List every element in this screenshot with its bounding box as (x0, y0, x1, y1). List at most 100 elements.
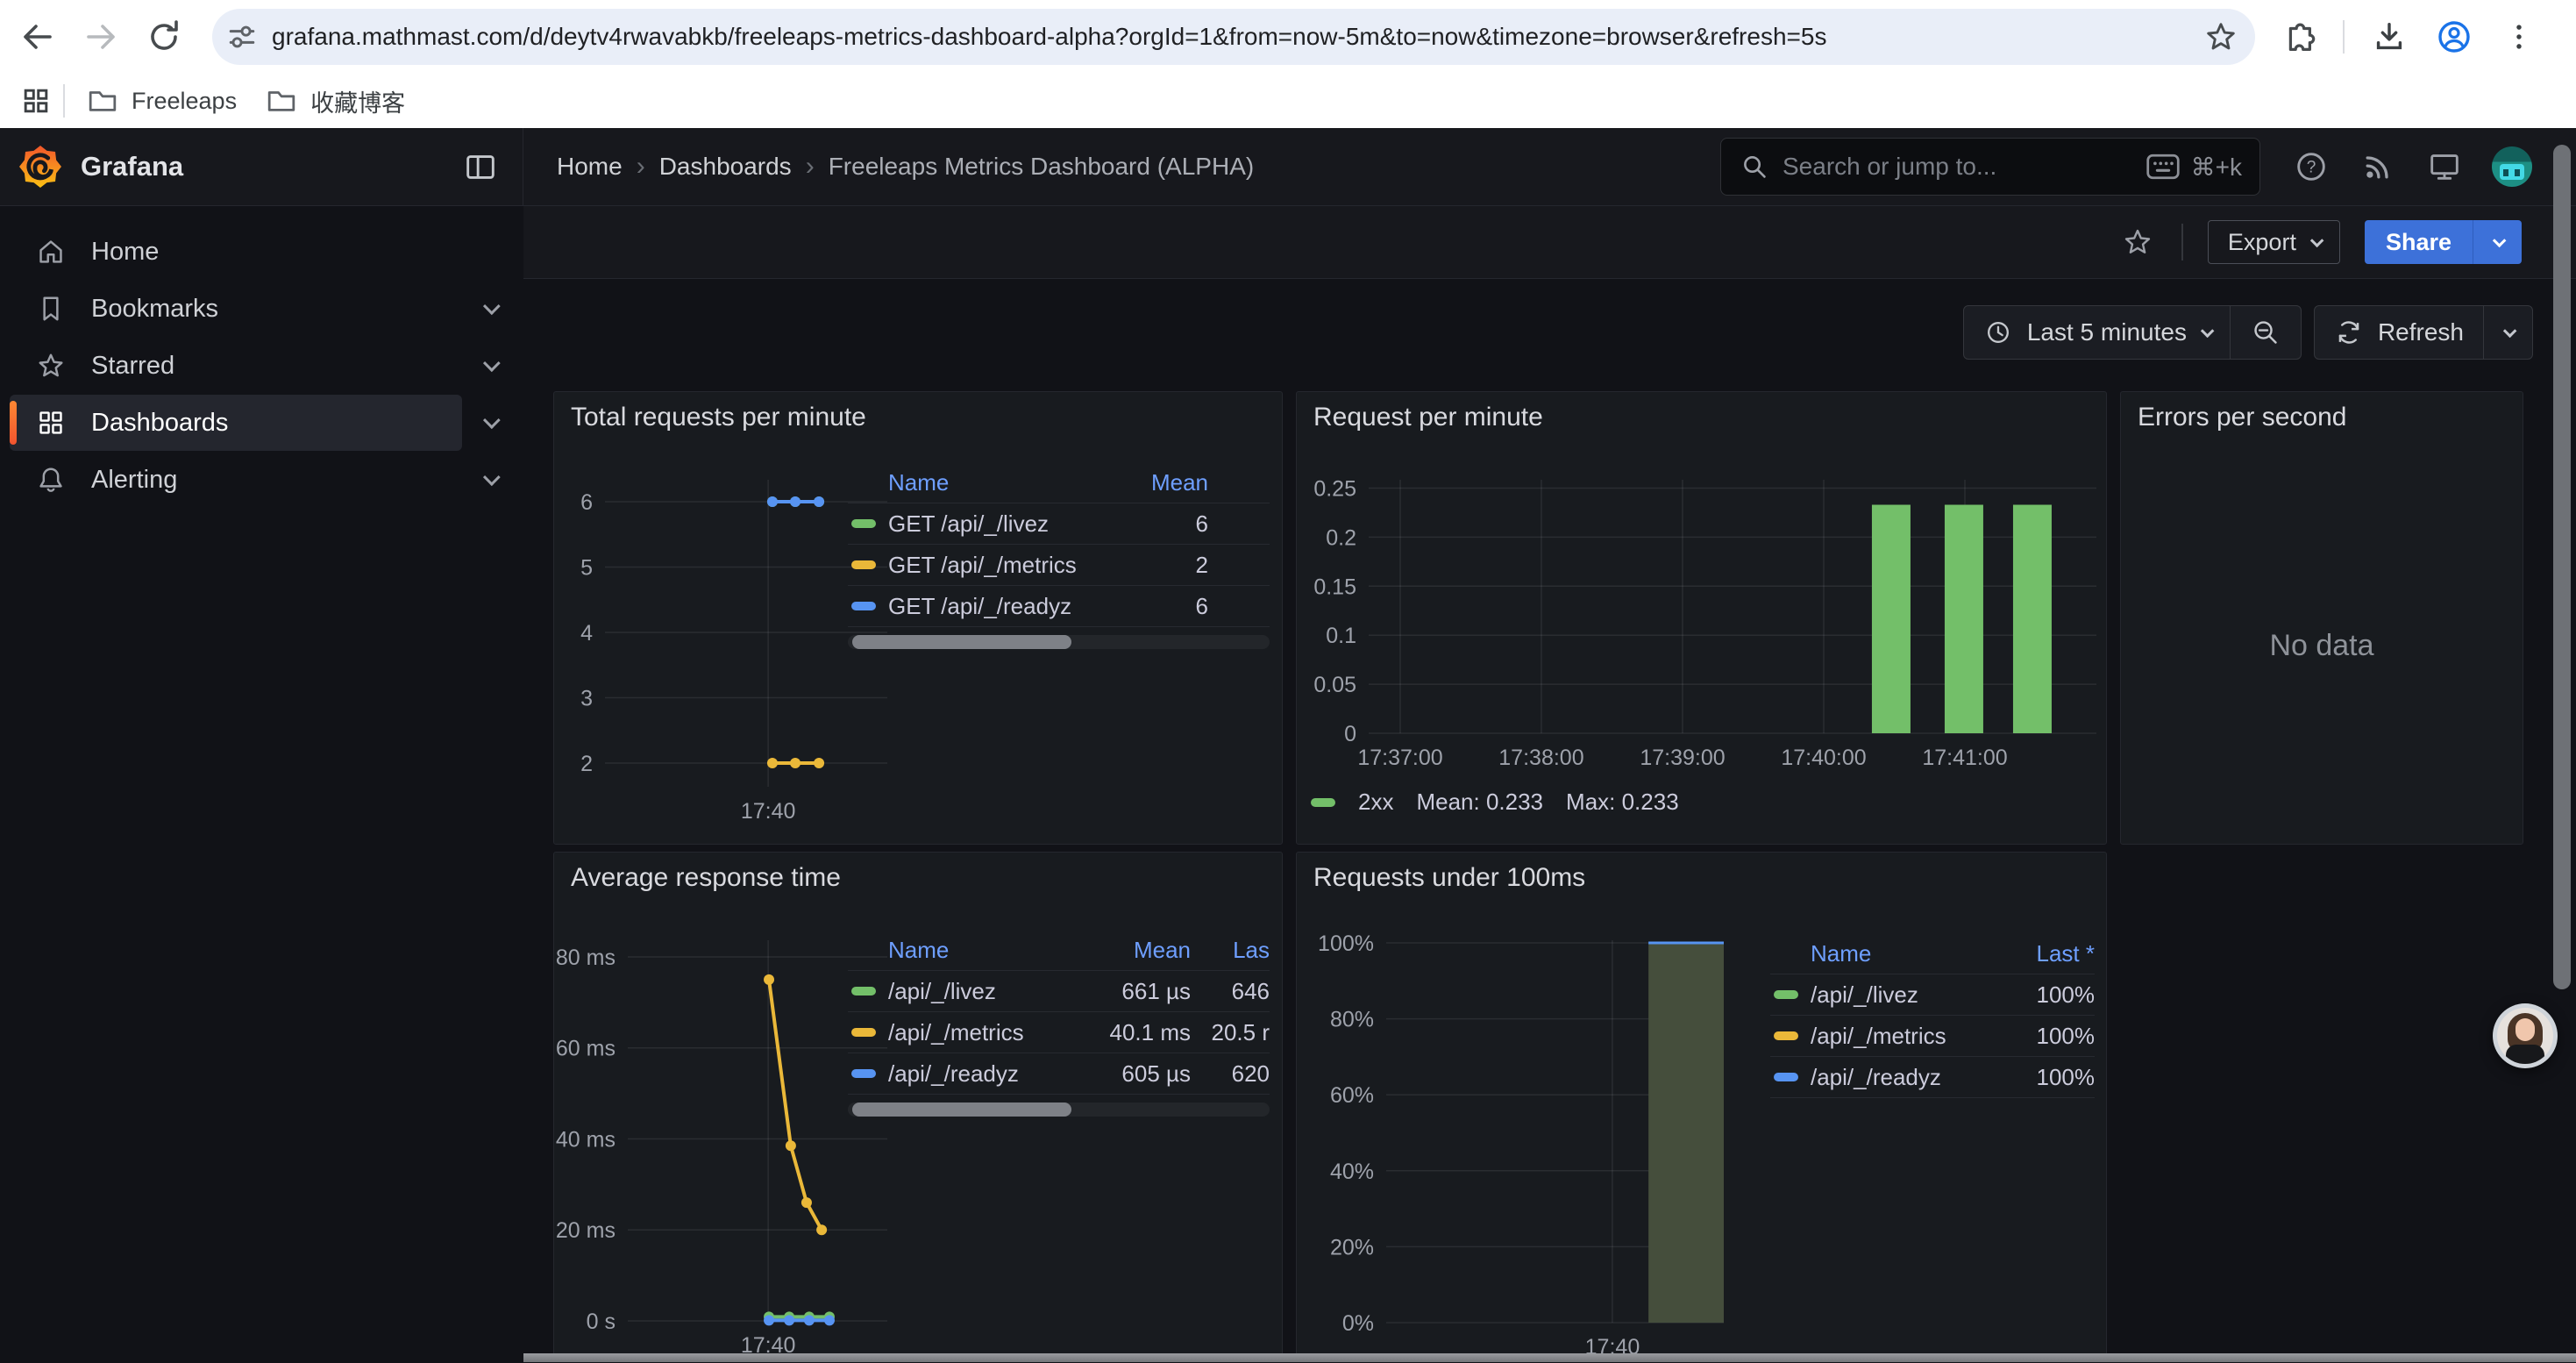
panel-average-response-time[interactable]: Average response time 0 s20 ms40 ms60 ms… (553, 852, 1283, 1362)
back-button[interactable] (18, 17, 58, 57)
series-name[interactable]: /api/_/metrics (1811, 1023, 1989, 1050)
svg-text:40%: 40% (1330, 1160, 1374, 1184)
series-name[interactable]: GET /api/_/readyz (888, 593, 1094, 620)
bookmark-star-icon[interactable] (2202, 18, 2239, 55)
help-icon[interactable]: ? (2292, 147, 2330, 186)
sidebar-item-alerting[interactable]: Alerting (10, 452, 462, 508)
series-name[interactable]: /api/_/readyz (888, 1060, 1081, 1088)
sidebar-item-bookmarks[interactable]: Bookmarks (10, 281, 462, 337)
forward-button[interactable] (81, 17, 121, 57)
legend-row[interactable]: GET /api/_/readyz 6 (848, 586, 1270, 627)
legend-row[interactable]: /api/_/livez 661 µs 646 (848, 971, 1270, 1012)
series-name[interactable]: /api/_/livez (888, 978, 1081, 1005)
time-range-picker[interactable]: Last 5 minutes (1964, 306, 2230, 359)
share-dropdown-button[interactable] (2473, 220, 2522, 264)
vertical-scrollbar[interactable] (2553, 145, 2571, 989)
series-name[interactable]: GET /api/_/livez (888, 510, 1094, 538)
zoom-out-button[interactable] (2230, 306, 2301, 359)
legend-row[interactable]: /api/_/metrics 40.1 ms 20.5 r (848, 1012, 1270, 1053)
grafana-logo[interactable] (19, 146, 61, 188)
panel-title[interactable]: Errors per second (2138, 403, 2346, 432)
url-input[interactable] (272, 23, 2202, 51)
legend-header-mean[interactable]: Mean (1081, 937, 1191, 964)
svg-text:17:41:00: 17:41:00 (1922, 746, 2007, 770)
time-controls: Last 5 minutes Refresh (1963, 305, 2533, 360)
url-bar[interactable] (212, 9, 2255, 65)
legend-header-name[interactable]: Name (888, 469, 1094, 496)
extensions-icon[interactable] (2278, 17, 2318, 57)
series-name[interactable]: /api/_/readyz (1811, 1064, 1989, 1091)
sidebar-item-label: Home (91, 238, 159, 267)
user-avatar[interactable] (2492, 146, 2532, 187)
legend-row[interactable]: /api/_/readyz 100% (1770, 1057, 2095, 1098)
alerting-bell-icon (35, 464, 67, 496)
svg-text:?: ? (2307, 159, 2316, 177)
series-name[interactable]: 2xx (1358, 789, 1393, 816)
panel-requests-under-100ms[interactable]: Requests under 100ms 0%20%40%60%80%100%1… (1296, 852, 2107, 1362)
svg-text:0 s: 0 s (587, 1309, 616, 1334)
floating-assistant-avatar[interactable] (2493, 1003, 2558, 1068)
svg-text:17:38:00: 17:38:00 (1498, 746, 1583, 770)
export-label: Export (2228, 229, 2296, 256)
sidebar-item-starred[interactable]: Starred (10, 338, 462, 394)
panel-total-requests[interactable]: Total requests per minute 2345617:40 Nam… (553, 391, 1283, 845)
kiosk-monitor-icon[interactable] (2425, 147, 2464, 186)
series-name[interactable]: /api/_/metrics (888, 1019, 1081, 1046)
share-button[interactable]: Share (2365, 220, 2473, 264)
expand-chevron-icon[interactable] (462, 417, 516, 429)
search-input[interactable] (1783, 153, 2145, 181)
favorite-star-icon[interactable] (2118, 223, 2157, 261)
panel-errors-per-second[interactable]: Errors per second No data (2120, 391, 2523, 845)
reload-button[interactable] (144, 17, 184, 57)
bookmark-folder-freeleaps[interactable]: Freeleaps (72, 77, 251, 125)
folder-icon (265, 84, 298, 118)
bookmark-label: Freeleaps (132, 88, 237, 115)
sidebar-item-dashboards[interactable]: Dashboards (10, 395, 462, 451)
svg-text:0.1: 0.1 (1326, 624, 1356, 648)
browser-menu-icon[interactable] (2499, 17, 2539, 57)
breadcrumb-home[interactable]: Home (557, 153, 623, 181)
sidebar-row-dashboards: Dashboards (10, 395, 516, 451)
legend-row[interactable]: /api/_/readyz 605 µs 620 (848, 1053, 1270, 1095)
legend-row[interactable]: GET /api/_/metrics 2 (848, 545, 1270, 586)
panel-request-per-minute[interactable]: Request per minute 00.050.10.150.20.2517… (1296, 391, 2107, 845)
series-name[interactable]: /api/_/livez (1811, 981, 1989, 1009)
expand-chevron-icon[interactable] (462, 303, 516, 315)
export-button[interactable]: Export (2208, 220, 2340, 264)
news-rss-icon[interactable] (2359, 147, 2397, 186)
legend-header-last[interactable]: Last * (1989, 940, 2095, 967)
refresh-interval-dropdown[interactable] (2483, 306, 2532, 359)
site-info-icon[interactable] (224, 19, 260, 54)
search-box[interactable]: ⌘+k (1720, 138, 2260, 196)
sidebar-row-bookmarks: Bookmarks (10, 281, 516, 337)
legend-row[interactable]: GET /api/_/livez 6 (848, 503, 1270, 545)
apps-grid-icon[interactable] (16, 81, 56, 121)
dashboard-canvas: Last 5 minutes Refresh (523, 279, 2576, 1362)
refresh-label: Refresh (2378, 318, 2464, 346)
refresh-button[interactable]: Refresh (2315, 306, 2483, 359)
legend-scrollbar[interactable] (848, 1103, 1270, 1117)
legend-row[interactable]: /api/_/metrics 100% (1770, 1016, 2095, 1057)
legend-row[interactable]: /api/_/livez 100% (1770, 974, 2095, 1016)
profile-icon[interactable] (2434, 17, 2474, 57)
svg-text:80%: 80% (1330, 1008, 1374, 1032)
legend-scrollbar[interactable] (848, 635, 1270, 649)
breadcrumb-dashboards[interactable]: Dashboards (659, 153, 792, 181)
download-icon[interactable] (2369, 17, 2409, 57)
expand-chevron-icon[interactable] (462, 474, 516, 486)
legend-header-name[interactable]: Name (888, 937, 1081, 964)
svg-text:3: 3 (580, 687, 593, 711)
expand-chevron-icon[interactable] (462, 360, 516, 372)
series-color-pill (851, 1069, 876, 1078)
legend-header-mean[interactable]: Mean (1094, 469, 1208, 496)
bookmark-folder-blogs[interactable]: 收藏博客 (251, 77, 419, 125)
legend-header-name[interactable]: Name (1811, 940, 1989, 967)
series-name[interactable]: GET /api/_/metrics (888, 552, 1094, 579)
series-mean: 2 (1094, 552, 1208, 579)
sidebar-toggle-icon[interactable] (461, 147, 500, 186)
svg-text:100%: 100% (1318, 931, 1374, 956)
svg-text:40 ms: 40 ms (556, 1127, 616, 1152)
horizontal-scrollbar[interactable] (523, 1353, 2576, 1362)
legend-header-last[interactable]: Las (1191, 937, 1270, 964)
sidebar-item-home[interactable]: Home (10, 224, 462, 280)
